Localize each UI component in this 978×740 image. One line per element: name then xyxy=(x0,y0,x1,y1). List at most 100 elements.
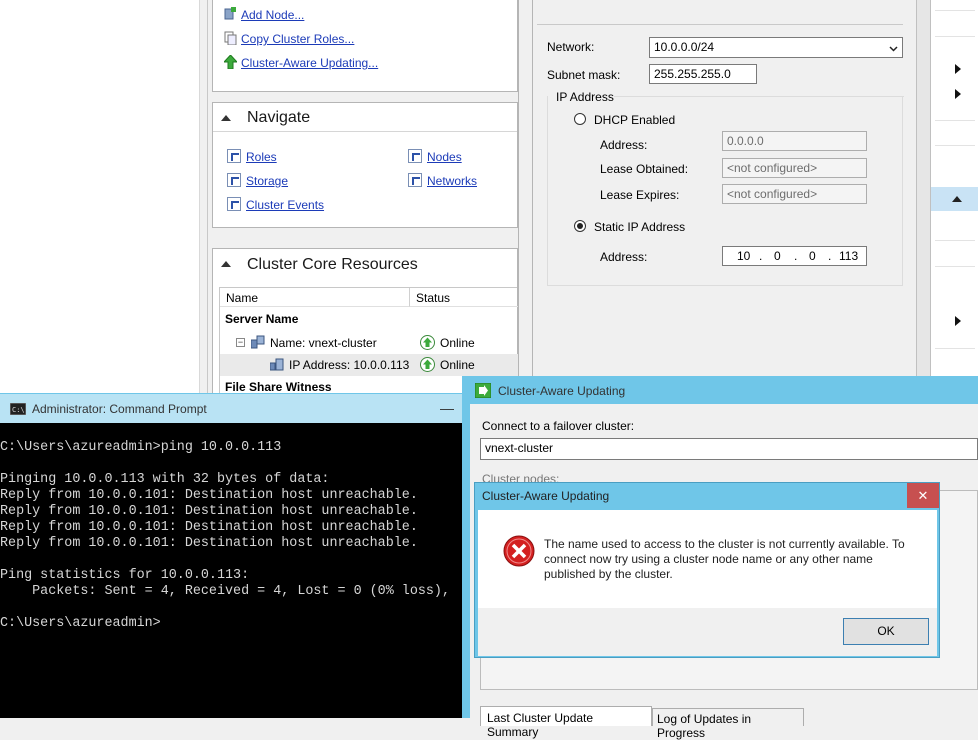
collapse-caret-icon[interactable] xyxy=(221,115,231,121)
ip-address-group: IP Address DHCP Enabled Address: 0.0.0.0… xyxy=(547,90,904,286)
roles-link-icon xyxy=(227,149,241,163)
roles-link[interactable]: Roles xyxy=(246,150,277,164)
navigate-header[interactable]: Navigate xyxy=(213,103,517,132)
row-divider xyxy=(935,348,975,349)
ip-octet-2[interactable]: 0 xyxy=(774,249,781,263)
core-resources-title: Cluster Core Resources xyxy=(247,256,418,273)
left-tree-pane xyxy=(0,0,200,395)
lease-expires-field: <not configured> xyxy=(722,184,867,204)
cmd-app-icon: C:\ xyxy=(9,402,27,416)
networks-link[interactable]: Networks xyxy=(427,174,477,188)
error-dialog: Cluster-Aware Updating ✕ The name used t… xyxy=(474,482,940,658)
nodes-link[interactable]: Nodes xyxy=(427,150,462,164)
lease-obtained-label: Lease Obtained: xyxy=(600,162,689,176)
expand-minus-icon[interactable]: − xyxy=(236,338,245,347)
cmd-line xyxy=(0,456,462,472)
row-divider xyxy=(935,36,975,37)
table-row[interactable]: − Name: vnext-cluster Online xyxy=(220,332,518,354)
ok-button[interactable]: OK xyxy=(843,618,929,645)
group-file-share-witness: File Share Witness xyxy=(225,380,332,394)
section-collapse-bar[interactable] xyxy=(931,187,978,211)
network-dropdown[interactable]: 10.0.0.0/24 xyxy=(649,37,903,58)
svg-text:C:\: C:\ xyxy=(12,406,25,414)
row-divider xyxy=(935,145,975,146)
cluster-name-field[interactable]: vnext-cluster xyxy=(480,438,978,460)
close-button[interactable]: ✕ xyxy=(907,483,939,508)
add-node-icon xyxy=(224,7,237,21)
add-node-link[interactable]: Add Node... xyxy=(241,8,304,22)
subnet-mask-field[interactable]: 255.255.255.0 xyxy=(649,64,757,84)
cmd-line xyxy=(0,600,462,616)
group-top-line xyxy=(614,96,904,97)
core-resources-header[interactable]: Cluster Core Resources xyxy=(213,249,517,279)
col-status-label: Status xyxy=(416,291,451,305)
lease-obtained-field: <not configured> xyxy=(722,158,867,178)
row-divider xyxy=(935,10,975,11)
error-title: Cluster-Aware Updating xyxy=(482,489,610,503)
tab-log-updates[interactable]: Log of Updates in Progress xyxy=(652,708,804,740)
error-titlebar[interactable]: Cluster-Aware Updating ✕ xyxy=(475,483,939,510)
cmd-titlebar[interactable]: C:\ Administrator: Command Prompt — xyxy=(0,393,462,423)
error-body: The name used to access to the cluster i… xyxy=(478,510,937,608)
cmd-line: Reply from 10.0.0.101: Destination host … xyxy=(0,520,418,535)
storage-link[interactable]: Storage xyxy=(246,174,288,188)
column-header-name[interactable]: Name xyxy=(220,288,410,307)
lease-expires-label: Lease Expires: xyxy=(600,188,680,202)
submenu-arrow-icon[interactable] xyxy=(955,89,961,99)
ip-octet-4[interactable]: 113 xyxy=(839,249,858,263)
group-server-name: Server Name xyxy=(225,312,299,326)
row-divider xyxy=(935,266,975,267)
cmd-line: Reply from 10.0.0.101: Destination host … xyxy=(0,536,418,551)
copy-cluster-roles-link[interactable]: Copy Cluster Roles... xyxy=(241,32,354,46)
top-separator xyxy=(537,24,903,25)
cmd-console[interactable]: C:\Users\azureadmin>ping 10.0.0.113 Pingi… xyxy=(0,423,462,718)
ip-address-icon xyxy=(269,357,284,371)
table-row[interactable]: IP Address: 10.0.0.113 Online xyxy=(220,354,518,376)
cluster-events-link[interactable]: Cluster Events xyxy=(246,198,324,212)
static-ip-label: Static IP Address xyxy=(594,220,686,234)
close-icon: ✕ xyxy=(917,488,929,503)
cmd-line: Ping statistics for 10.0.0.113: xyxy=(0,568,250,583)
tab-last-update-summary[interactable]: Last Cluster Update Summary xyxy=(480,706,652,739)
dhcp-address-field: 0.0.0.0 xyxy=(722,131,867,151)
minimize-button[interactable]: — xyxy=(440,400,454,416)
resource-name: Name: vnext-cluster xyxy=(270,336,377,350)
network-label: Network: xyxy=(547,40,595,54)
collapse-caret-icon[interactable] xyxy=(952,196,962,202)
dhcp-radio[interactable] xyxy=(574,113,586,125)
cmd-line: Reply from 10.0.0.101: Destination host … xyxy=(0,504,418,519)
ip-properties-frame xyxy=(518,0,532,395)
cmd-line: C:\Users\azureadmin>ping 10.0.0.113 xyxy=(0,440,282,455)
cau-titlebar[interactable]: Cluster-Aware Updating xyxy=(462,376,978,404)
static-ip-radio[interactable] xyxy=(574,220,586,232)
row-divider xyxy=(935,240,975,241)
cmd-line: C:\Users\azureadmin> xyxy=(0,616,161,631)
error-icon xyxy=(503,535,535,567)
chevron-down-icon xyxy=(889,42,898,56)
cmd-line xyxy=(0,552,462,568)
column-header-status[interactable]: Status xyxy=(410,288,518,307)
error-footer: OK xyxy=(478,608,937,656)
dhcp-label: DHCP Enabled xyxy=(594,113,676,127)
row-divider xyxy=(935,120,975,121)
cluster-aware-updating-link[interactable]: Cluster-Aware Updating... xyxy=(241,56,378,70)
ip-octet-3[interactable]: 0 xyxy=(809,249,816,263)
collapse-caret-icon[interactable] xyxy=(221,261,231,267)
static-address-label: Address: xyxy=(600,250,648,264)
ip-octet-1[interactable]: 10 xyxy=(737,249,750,263)
navigate-title: Navigate xyxy=(247,109,311,126)
resource-status: Online xyxy=(440,358,475,372)
cluster-events-link-icon xyxy=(227,197,241,211)
copy-roles-icon xyxy=(224,31,237,46)
submenu-arrow-icon[interactable] xyxy=(955,64,961,74)
ip-dot: . xyxy=(794,249,798,263)
online-status-icon xyxy=(420,335,435,350)
error-message: The name used to access to the cluster i… xyxy=(544,537,905,581)
server-name-icon xyxy=(250,335,265,349)
cmd-line: Pinging 10.0.0.113 with 32 bytes of data… xyxy=(0,472,330,487)
static-ip-field[interactable]: 10 . 0 . 0 . 113 xyxy=(722,246,867,266)
online-status-icon xyxy=(420,357,435,372)
dhcp-address-label: Address: xyxy=(600,138,648,152)
submenu-arrow-icon[interactable] xyxy=(955,316,961,326)
cmd-line: Packets: Sent = 4, Received = 4, Lost = … xyxy=(0,584,450,599)
